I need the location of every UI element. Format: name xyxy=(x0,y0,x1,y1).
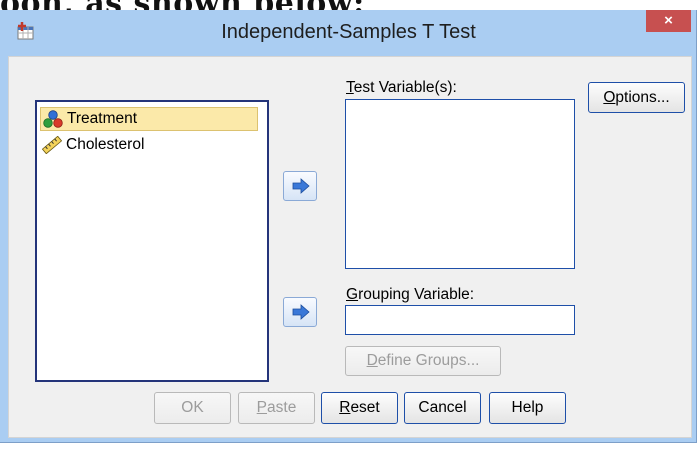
reset-button[interactable]: Reset xyxy=(321,392,398,424)
paste-button[interactable]: Paste xyxy=(238,392,315,424)
variable-label: Treatment xyxy=(67,110,138,127)
window-border-bottom xyxy=(0,442,697,443)
grouping-variable-label: Grouping Variable: xyxy=(346,286,475,303)
ok-button[interactable]: OK xyxy=(154,392,231,424)
list-item-treatment[interactable]: Treatment xyxy=(40,107,258,131)
window-border-right xyxy=(696,10,697,443)
nominal-variable-icon xyxy=(43,110,63,128)
window-title: Independent-Samples T Test xyxy=(221,21,476,43)
cancel-button[interactable]: Cancel xyxy=(404,392,481,424)
dialog-window: Independent-Samples T Test × Treatment C… xyxy=(0,10,697,443)
list-item-cholesterol[interactable]: Cholesterol xyxy=(40,133,144,157)
help-button[interactable]: Help xyxy=(489,392,566,424)
move-to-grouping-variable-button[interactable] xyxy=(283,297,317,327)
define-groups-button[interactable]: Define Groups... xyxy=(345,346,501,376)
variable-label: Cholesterol xyxy=(66,136,145,153)
options-button[interactable]: Options... xyxy=(588,82,685,113)
grouping-variable-field[interactable] xyxy=(345,305,575,335)
scale-variable-icon xyxy=(42,136,62,154)
right-arrow-icon xyxy=(292,178,310,194)
test-variables-label: Test Variable(s): xyxy=(346,79,457,96)
dialog-body: Treatment Cholesterol Test Variable(s): … xyxy=(8,56,692,438)
close-button[interactable]: × xyxy=(646,10,691,32)
right-arrow-icon xyxy=(292,304,310,320)
variable-list[interactable]: Treatment Cholesterol xyxy=(35,100,269,382)
move-to-test-variables-button[interactable] xyxy=(283,171,317,201)
title-bar[interactable]: Independent-Samples T Test × xyxy=(0,10,697,56)
test-variables-list[interactable] xyxy=(345,99,575,269)
